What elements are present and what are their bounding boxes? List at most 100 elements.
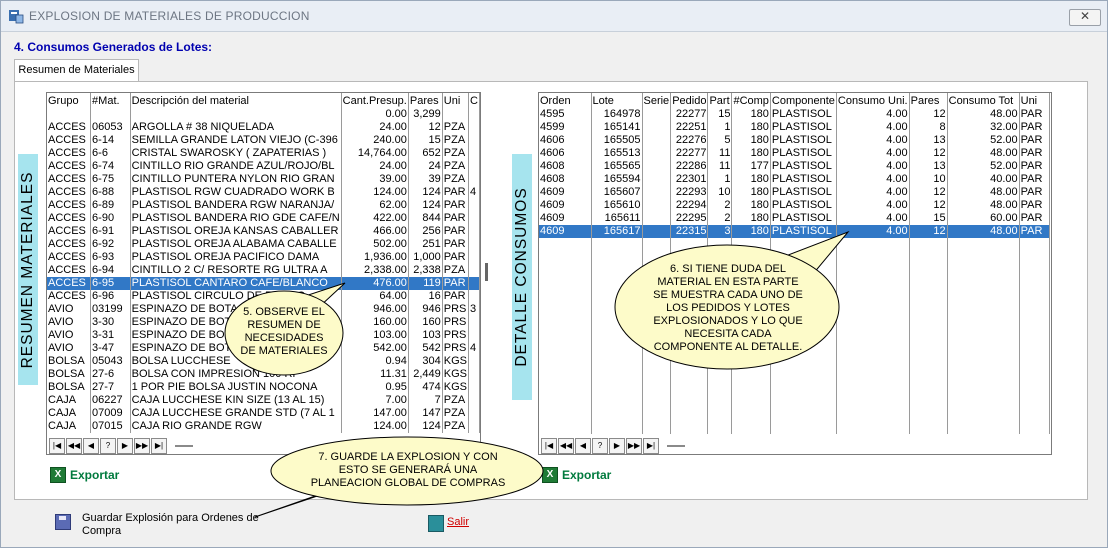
table-cell[interactable]: BOLSA [47, 368, 92, 381]
table-cell[interactable]: 13 [909, 160, 948, 173]
next-record-icon[interactable]: ▶ [609, 438, 625, 454]
table-cell[interactable]: PAR [442, 251, 470, 264]
table-cell[interactable]: 4.00 [836, 225, 910, 238]
table-cell[interactable]: 10 [707, 186, 733, 199]
table-cell[interactable]: 147.00 [341, 407, 409, 420]
table-cell[interactable] [642, 108, 672, 121]
table-cell[interactable]: 164978 [591, 108, 643, 121]
table-cell[interactable]: 180 [731, 173, 771, 186]
table-cell[interactable]: 24 [408, 160, 443, 173]
column-header[interactable]: Uni [442, 93, 470, 108]
tab-resumen-materiales[interactable]: Resumen de Materiales [14, 59, 139, 82]
table-cell[interactable]: 6-88 [90, 186, 131, 199]
table-cell[interactable]: 24.00 [341, 121, 409, 134]
table-cell[interactable]: 124 [408, 420, 443, 433]
table-cell[interactable]: ACCES [47, 134, 92, 147]
column-header[interactable]: #Mat. [90, 93, 131, 108]
table-cell[interactable] [468, 108, 480, 121]
table-row[interactable]: ACCES 6-74 CINTILLO RIO GRANDE AZUL/ROJO/B… [47, 160, 480, 173]
table-cell[interactable] [442, 108, 470, 121]
table-cell[interactable]: 22277 [670, 108, 709, 121]
next-page-icon[interactable]: ▶▶ [134, 438, 150, 454]
table-cell[interactable]: 4608 [539, 160, 592, 173]
table-cell[interactable]: BOLSA CON IMPRESION 100 RI [130, 368, 342, 381]
table-cell[interactable]: 1,000 [408, 251, 443, 264]
table-cell[interactable]: 2,338.00 [341, 264, 409, 277]
table-cell[interactable]: 3-31 [90, 329, 131, 342]
table-cell[interactable]: PRS [442, 329, 470, 342]
table-cell[interactable]: KGS [442, 355, 470, 368]
table-cell[interactable]: 4 [468, 186, 480, 199]
table-cell[interactable]: 03199 [90, 303, 131, 316]
table-cell[interactable]: 22277 [670, 147, 709, 160]
table-cell[interactable]: 4609 [539, 225, 592, 238]
table-cell[interactable]: 32.00 [947, 121, 1020, 134]
table-cell[interactable]: 652 [408, 147, 443, 160]
close-button[interactable]: ✕ [1069, 9, 1101, 26]
table-cell[interactable]: 304 [408, 355, 443, 368]
table-cell[interactable]: 1,936.00 [341, 251, 409, 264]
table-row[interactable]: ACCES 6-95 PLASTISOL CANTARO CAFE/BLANCO 47… [47, 277, 480, 290]
table-cell[interactable]: PZA [442, 394, 470, 407]
table-cell[interactable]: PAR [442, 290, 470, 303]
table-row[interactable]: CAJA 06227 CAJA LUCCHESE KIN SIZE (13 AL 1… [47, 394, 480, 407]
table-cell[interactable]: 165617 [591, 225, 643, 238]
table-cell[interactable]: ARGOLLA # 38 NIQUELADA [130, 121, 342, 134]
table-cell[interactable]: 4.00 [836, 173, 910, 186]
column-header[interactable]: Consumo Uni. [836, 93, 910, 108]
column-header[interactable]: C [468, 93, 480, 108]
table-cell[interactable]: KGS [442, 381, 470, 394]
table-cell[interactable] [642, 212, 672, 225]
table-cell[interactable]: 8 [909, 121, 948, 134]
first-record-icon[interactable]: |◀ [49, 438, 65, 454]
table-cell[interactable]: 256 [408, 225, 443, 238]
table-cell[interactable]: 6-75 [90, 173, 131, 186]
export-materials-button[interactable]: X Exportar [50, 467, 130, 485]
table-cell[interactable] [468, 225, 480, 238]
table-cell[interactable] [642, 186, 672, 199]
table-cell[interactable]: 22286 [670, 160, 709, 173]
table-cell[interactable]: 124.00 [341, 186, 409, 199]
table-cell[interactable]: ACCES [47, 277, 92, 290]
table-cell[interactable] [130, 108, 342, 121]
previous-record-icon[interactable]: ◀ [575, 438, 591, 454]
table-cell[interactable]: BOLSA [47, 381, 92, 394]
table-cell[interactable]: PZA [442, 160, 470, 173]
table-cell[interactable]: PAR [1019, 199, 1050, 212]
previous-record-icon[interactable]: ◀ [83, 438, 99, 454]
table-cell[interactable]: 48.00 [947, 199, 1020, 212]
table-cell[interactable]: 474 [408, 381, 443, 394]
table-cell[interactable]: 06227 [90, 394, 131, 407]
table-cell[interactable]: 15 [909, 212, 948, 225]
table-cell[interactable] [47, 108, 92, 121]
table-cell[interactable]: 24.00 [341, 160, 409, 173]
table-cell[interactable]: PLASTISOL OREJA ALABAMA CABALLE [130, 238, 342, 251]
table-cell[interactable] [468, 290, 480, 303]
table-row[interactable]: ACCES 06053 ARGOLLA # 38 NIQUELADA 24.00 12 P… [47, 121, 480, 134]
table-cell[interactable]: 6-93 [90, 251, 131, 264]
table-cell[interactable]: 180 [731, 121, 771, 134]
table-row[interactable]: 0.00 3,299 [47, 108, 480, 121]
table-cell[interactable]: 22295 [670, 212, 709, 225]
table-row[interactable]: 4609 165610 22294 2 180 PLASTISOL 4.00 12 48.00 P… [539, 199, 1050, 212]
column-header[interactable]: Part [707, 93, 733, 108]
table-cell[interactable]: 165565 [591, 160, 643, 173]
table-cell[interactable] [468, 173, 480, 186]
table-cell[interactable]: 40.00 [947, 173, 1020, 186]
table-row[interactable]: CAJA 07009 CAJA LUCCHESE GRANDE STD (7 AL … [47, 407, 480, 420]
table-row[interactable]: 4608 165594 22301 1 180 PLASTISOL 4.00 10 40.00 P… [539, 173, 1050, 186]
table-cell[interactable]: ACCES [47, 160, 92, 173]
table-cell[interactable]: 4.00 [836, 160, 910, 173]
table-cell[interactable]: 4595 [539, 108, 592, 121]
table-cell[interactable]: AVIO [47, 342, 92, 355]
table-cell[interactable]: 160 [408, 316, 443, 329]
table-cell[interactable]: 0.94 [341, 355, 409, 368]
table-row[interactable]: ACCES 6-89 PLASTISOL BANDERA RGW NARANJA/6… [47, 199, 480, 212]
table-cell[interactable]: 946 [408, 303, 443, 316]
table-cell[interactable]: 542.00 [341, 342, 409, 355]
table-cell[interactable]: 07009 [90, 407, 131, 420]
table-cell[interactable] [468, 329, 480, 342]
table-cell[interactable]: 22251 [670, 121, 709, 134]
column-header[interactable]: Orden [539, 93, 592, 108]
table-cell[interactable] [468, 381, 480, 394]
